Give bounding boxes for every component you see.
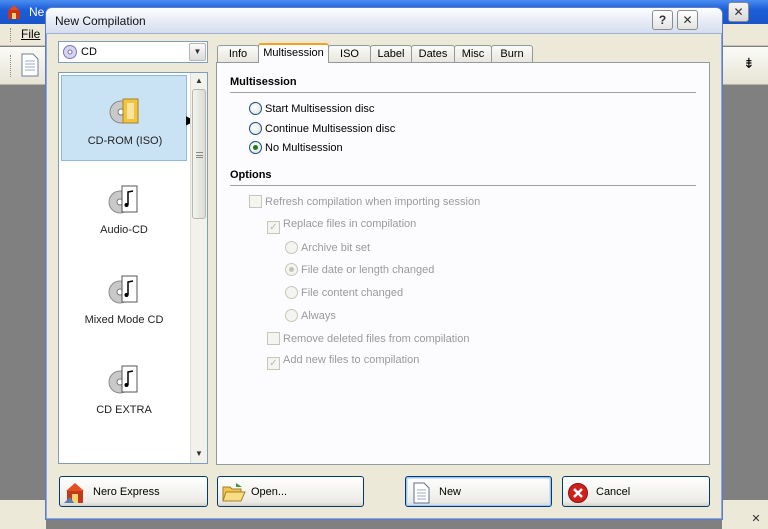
new-document-icon (413, 482, 430, 504)
radio-label: File date or length changed (301, 264, 435, 276)
tab-iso[interactable]: ISO (328, 45, 371, 62)
new-button[interactable]: New (405, 476, 552, 507)
nero-express-label: Nero Express (93, 486, 160, 498)
tab-burn[interactable]: Burn (491, 45, 533, 62)
document-icon[interactable] (20, 53, 40, 77)
dvd-icon (108, 453, 140, 464)
start-multisession-radio[interactable]: Start Multisession disc (249, 102, 374, 115)
archive-bit-radio[interactable]: Archive bit set (285, 241, 370, 254)
cd-extra-icon (108, 365, 138, 394)
always-radio[interactable]: Always (285, 309, 336, 322)
disc-type-select[interactable]: CD ▼ (58, 41, 208, 63)
disc-type-value: CD (81, 46, 97, 58)
checkbox-label: Remove deleted files from compilation (283, 333, 470, 345)
cancel-icon (568, 483, 588, 503)
checkbox-indicator[interactable] (267, 332, 280, 345)
app-fire-icon (8, 5, 20, 19)
new-compilation-dialog: New Compilation ? ✕ CD ▼ CD-ROM (ISO) ▶ (45, 7, 723, 520)
cd-disc-icon (63, 45, 77, 59)
file-content-radio[interactable]: File content changed (285, 286, 403, 299)
help-button[interactable]: ? (652, 10, 673, 30)
nero-express-icon (64, 483, 84, 503)
list-item-label: CD EXTRA (96, 404, 152, 416)
radio-indicator[interactable] (285, 263, 298, 276)
list-item-label: Audio-CD (100, 224, 148, 236)
audio-cd-icon (108, 185, 138, 214)
background-window-title: Ne (29, 5, 45, 19)
background-panel-close-icon[interactable]: ✕ (748, 512, 764, 526)
compilation-type-list: CD-ROM (ISO) ▶ Audio-CD Mixed Mode CD (58, 72, 208, 464)
checkbox-label: Refresh compilation when importing sessi… (265, 196, 481, 208)
list-item-partial[interactable] (61, 435, 187, 464)
background-statusbar-left (0, 500, 46, 529)
radio-label: Archive bit set (301, 242, 371, 254)
toolbar-overflow-icon[interactable]: ⇟ (743, 55, 755, 72)
chevron-down-icon[interactable]: ▼ (189, 43, 206, 61)
multisession-tab-panel: Multisession Start Multisession disc Con… (216, 62, 710, 465)
replace-files-checkbox[interactable]: ✓ Replace files in compilation (267, 218, 416, 234)
options-heading: Options (230, 169, 272, 181)
scroll-up-icon[interactable]: ▲ (195, 76, 203, 85)
cancel-label: Cancel (596, 486, 631, 498)
radio-label: File content changed (301, 287, 404, 299)
open-folder-icon (222, 483, 246, 502)
open-button[interactable]: Open... (217, 476, 364, 507)
cd-rom-iso-icon (109, 98, 139, 124)
multisession-divider (230, 92, 696, 93)
options-divider (230, 185, 696, 186)
tab-misc[interactable]: Misc (454, 45, 492, 62)
radio-indicator[interactable] (249, 102, 262, 115)
cancel-button[interactable]: Cancel (562, 476, 710, 507)
list-item-mixed-mode-cd[interactable]: Mixed Mode CD (61, 255, 187, 341)
list-item-audio-cd[interactable]: Audio-CD (61, 165, 187, 251)
radio-indicator[interactable] (285, 241, 298, 254)
checkbox-indicator[interactable]: ✓ (267, 357, 280, 370)
scroll-down-icon[interactable]: ▼ (195, 449, 203, 458)
checkbox-indicator[interactable]: ✓ (267, 221, 280, 234)
background-close-button[interactable]: ✕ (728, 2, 749, 22)
radio-label: No Multisession (265, 142, 343, 154)
radio-indicator[interactable] (249, 141, 262, 154)
nero-express-button[interactable]: Nero Express (59, 476, 208, 507)
tab-label[interactable]: Label (370, 45, 412, 62)
list-item-label: CD-ROM (ISO) (87, 135, 163, 147)
scroll-grip-line (196, 155, 203, 156)
checkbox-indicator[interactable] (249, 195, 262, 208)
list-scrollbar[interactable]: ▲ ▼ (190, 73, 207, 463)
toolbar-grip (10, 55, 13, 77)
add-new-files-checkbox[interactable]: ✓ Add new files to compilation (267, 354, 419, 370)
radio-indicator[interactable] (249, 122, 262, 135)
checkbox-label: Add new files to compilation (283, 354, 420, 366)
tab-multisession[interactable]: Multisession (258, 43, 329, 63)
radio-label: Continue Multisession disc (265, 123, 396, 135)
dialog-titlebar: New Compilation ? ✕ (46, 8, 722, 34)
mixed-mode-cd-icon (108, 275, 138, 304)
list-item-cd-rom-iso[interactable]: CD-ROM (ISO) ▶ (61, 75, 195, 161)
refresh-compilation-checkbox[interactable]: Refresh compilation when importing sessi… (249, 195, 480, 208)
radio-indicator[interactable] (285, 286, 298, 299)
checkbox-label: Replace files in compilation (283, 218, 417, 230)
tab-dates[interactable]: Dates (411, 45, 455, 62)
menubar-grip (10, 28, 13, 42)
tab-info[interactable]: Info (217, 45, 259, 62)
list-item-label: Mixed Mode CD (84, 314, 164, 326)
new-label: New (439, 486, 462, 498)
radio-label: Start Multisession disc (265, 103, 375, 115)
radio-indicator[interactable] (285, 309, 298, 322)
list-item-cd-extra[interactable]: CD EXTRA (61, 345, 187, 431)
continue-multisession-radio[interactable]: Continue Multisession disc (249, 122, 395, 135)
no-multisession-radio[interactable]: No Multisession (249, 141, 343, 154)
scroll-thumb[interactable] (192, 89, 206, 219)
file-date-radio[interactable]: File date or length changed (285, 263, 434, 276)
multisession-heading: Multisession (230, 76, 297, 88)
radio-label: Always (301, 310, 336, 322)
dialog-title: New Compilation (55, 14, 146, 28)
remove-deleted-checkbox[interactable]: Remove deleted files from compilation (267, 332, 469, 345)
menu-file[interactable]: File (21, 27, 40, 41)
open-label: Open... (251, 486, 288, 498)
close-button[interactable]: ✕ (677, 10, 698, 30)
